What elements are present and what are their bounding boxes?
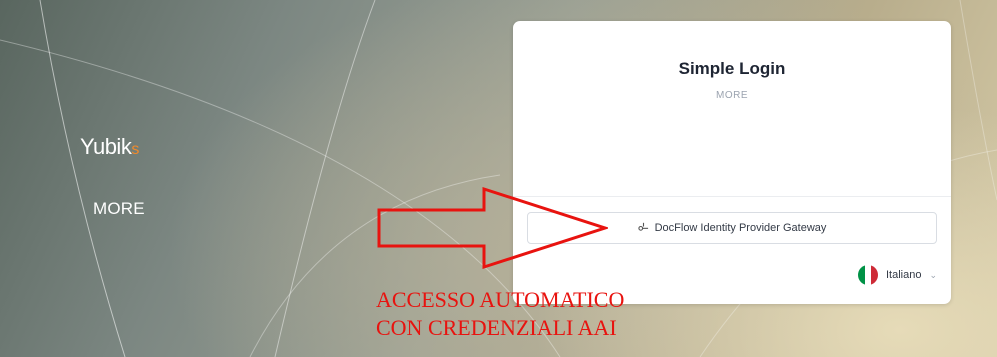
language-selector[interactable]: Italiano ⌄	[857, 265, 937, 285]
language-label: Italiano	[885, 269, 922, 281]
login-subtitle: MORE	[716, 90, 748, 101]
red-arrow-annotation	[377, 186, 608, 270]
annotation-line-1: ACCESSO AUTOMATICO	[376, 287, 625, 312]
brand-more-label: MORE	[93, 199, 145, 218]
chevron-down-icon: ⌄	[929, 269, 937, 280]
annotation-line-2: CON CREDENZIALI AAI	[376, 315, 617, 340]
italy-flag-icon	[857, 265, 878, 285]
annotation-text: ACCESSO AUTOMATICO CON CREDENZIALI AAI	[376, 286, 624, 342]
login-title: Simple Login	[678, 59, 786, 78]
git-branch-icon	[637, 221, 649, 235]
logo-text: Yubik	[80, 134, 132, 159]
brand-logo: Yubiks	[80, 134, 139, 160]
logo-accent: s	[131, 141, 139, 158]
identity-provider-label: DocFlow Identity Provider Gateway	[654, 222, 827, 234]
